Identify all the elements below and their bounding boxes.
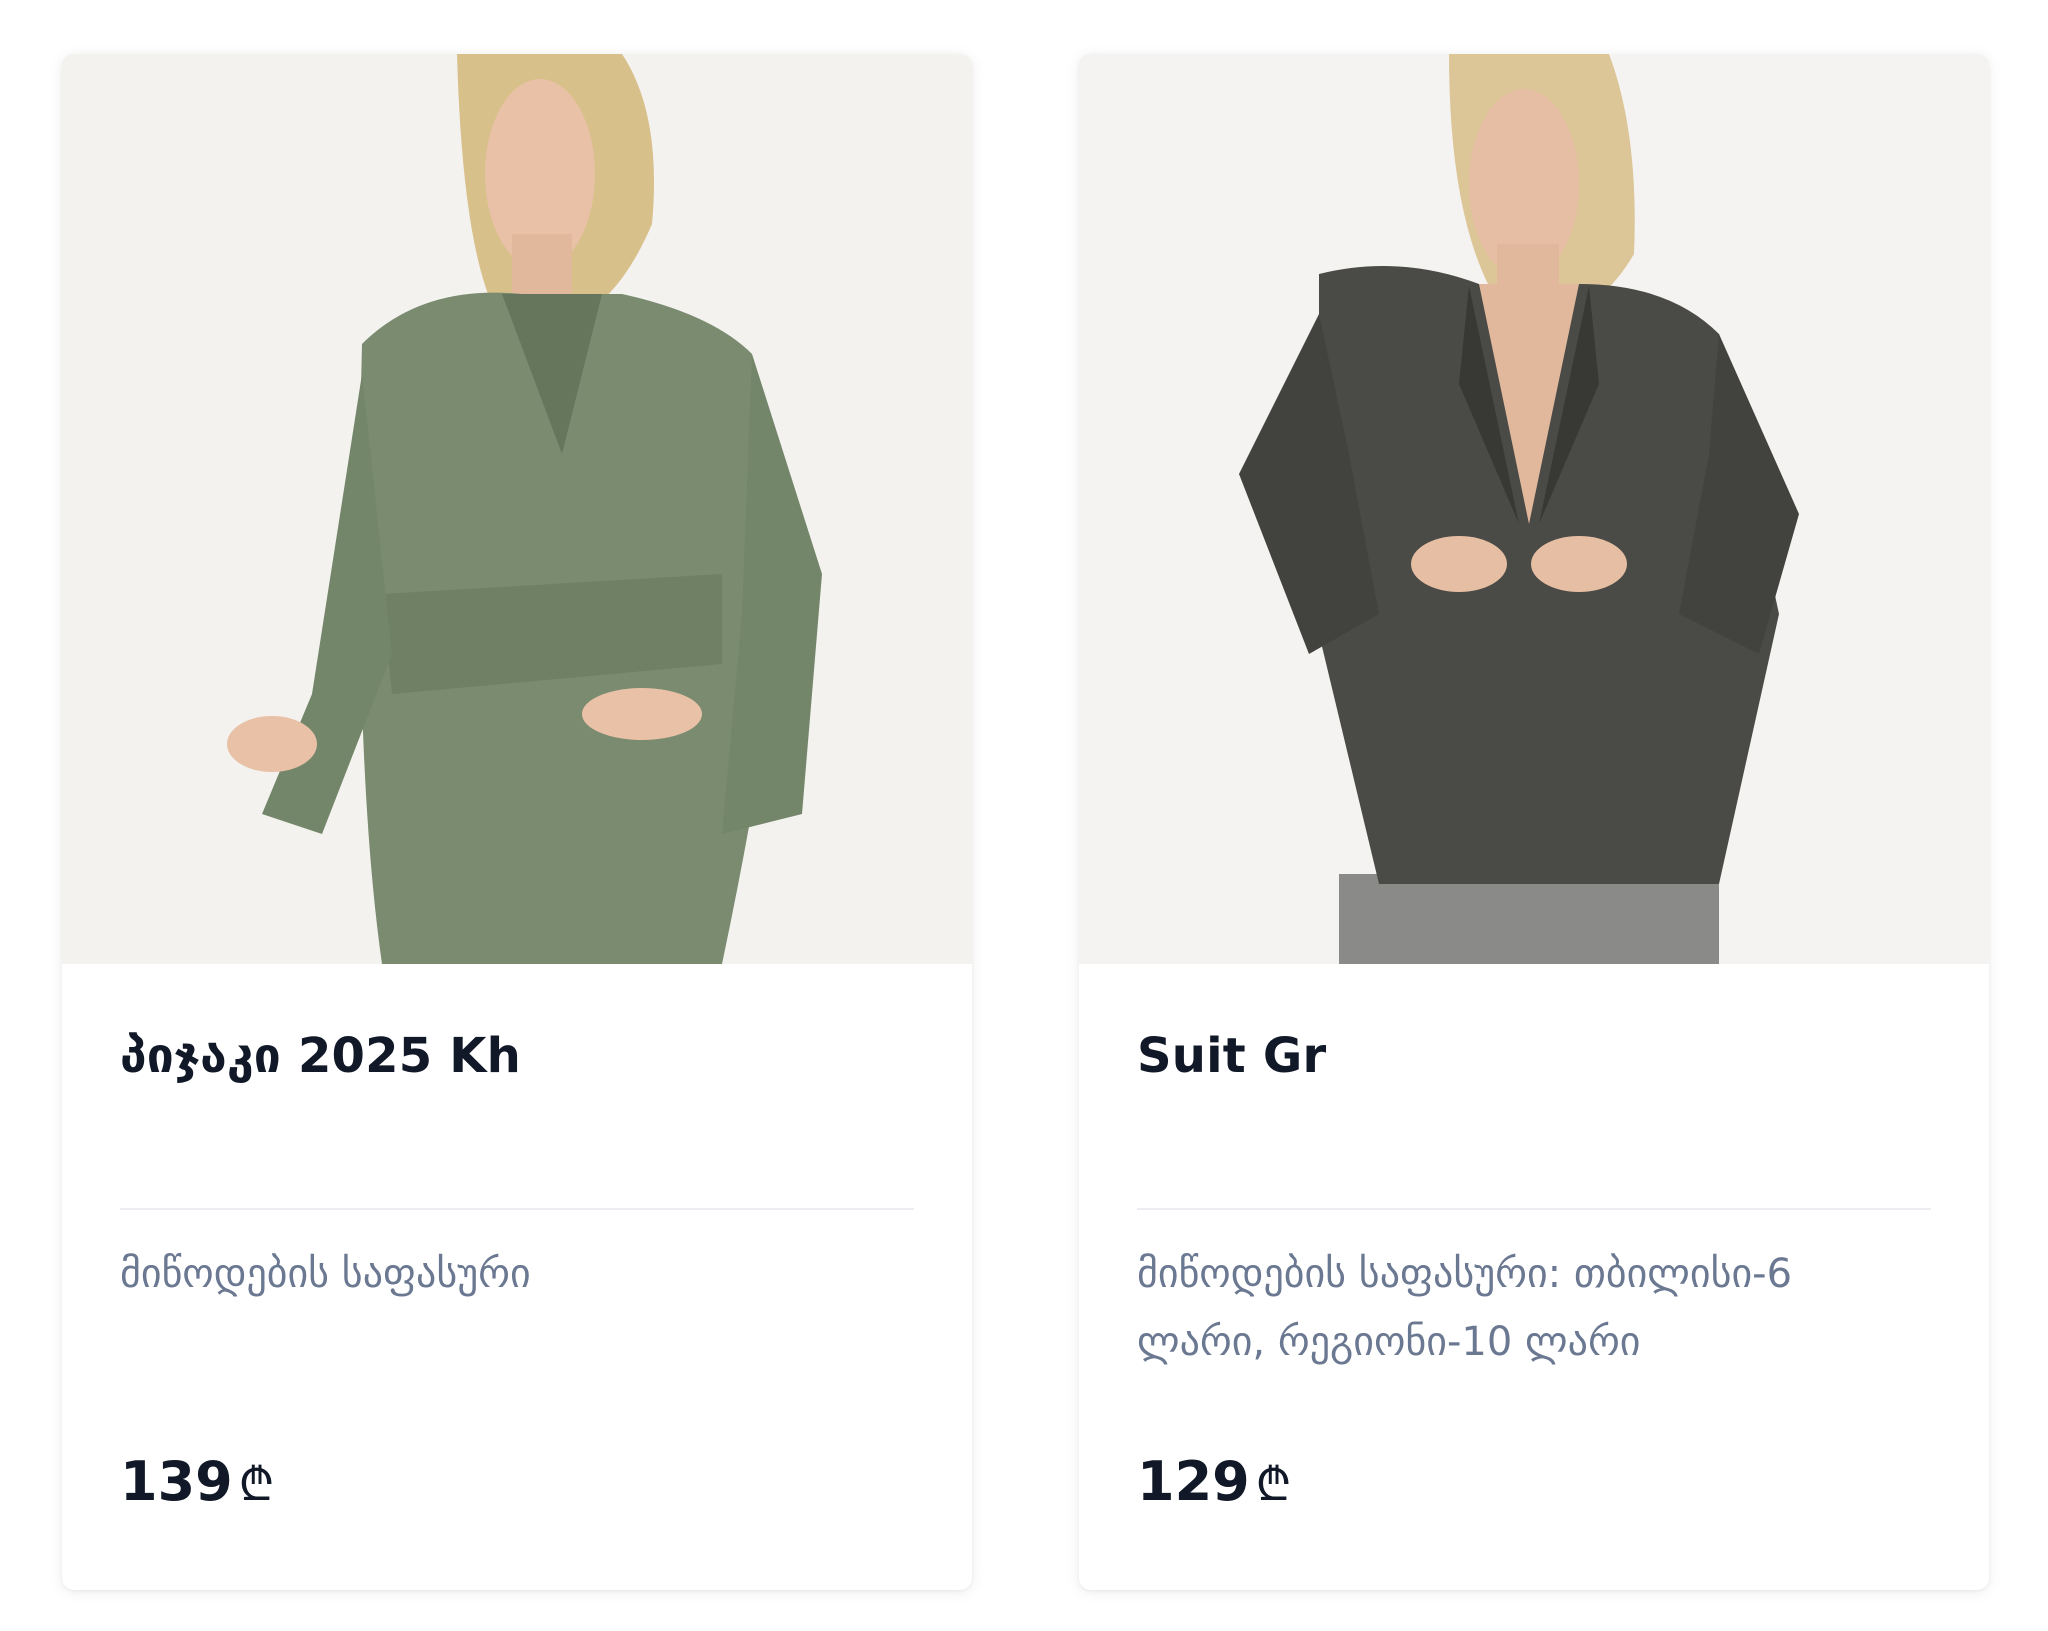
product-price: 129 ₾ [1137, 1450, 1291, 1514]
product-price: 139 ₾ [120, 1450, 274, 1514]
divider [1137, 1208, 1931, 1210]
price-value: 139 [120, 1450, 233, 1513]
product-image[interactable] [1079, 54, 1989, 964]
product-image[interactable] [62, 54, 972, 964]
product-title[interactable]: Suit Gr [1137, 1028, 1326, 1084]
lari-currency-icon: ₾ [1255, 1457, 1292, 1511]
lari-currency-icon: ₾ [238, 1457, 275, 1511]
delivery-fee-text: მიწოდების საფასური: თბილისი-6 ლარი, რეგი… [1137, 1251, 1793, 1365]
product-title[interactable]: პიჯაკი 2025 Kh [120, 1028, 521, 1084]
divider [120, 1208, 914, 1210]
price-value: 129 [1137, 1450, 1250, 1513]
product-card[interactable]: პიჯაკი 2025 Kh მიწოდების საფასური 139 ₾ [62, 54, 972, 1590]
delivery-fee-text: მიწოდების საფასური [120, 1251, 531, 1297]
product-card[interactable]: Suit Gr მიწოდების საფასური: თბილისი-6 ლა… [1079, 54, 1989, 1590]
product-grid: პიჯაკი 2025 Kh მიწოდების საფასური 139₾ [0, 0, 2048, 1631]
